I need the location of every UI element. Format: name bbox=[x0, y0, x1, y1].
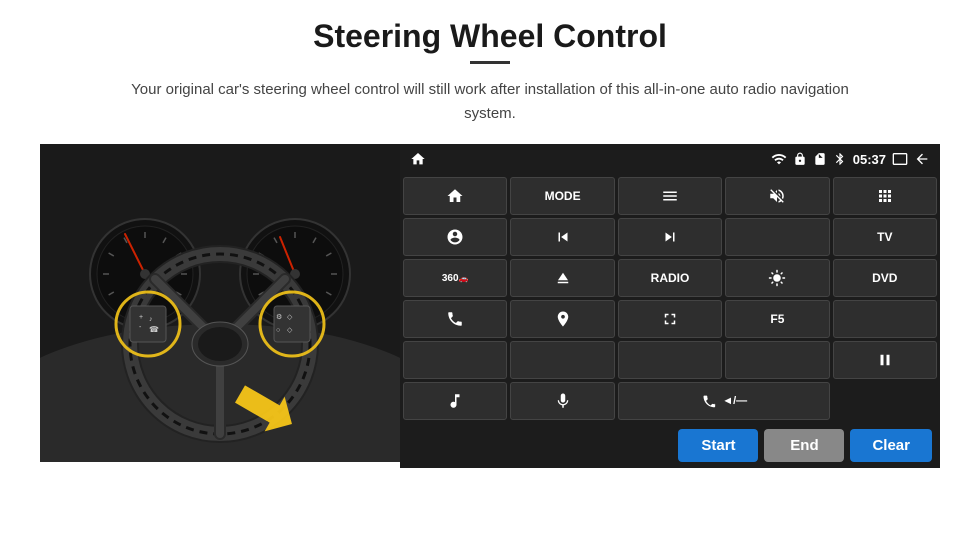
status-time: 05:37 bbox=[853, 152, 886, 167]
f5-button[interactable] bbox=[725, 341, 829, 379]
end-button[interactable]: End bbox=[764, 429, 844, 462]
f4-button[interactable] bbox=[618, 341, 722, 379]
screen-fit-button[interactable] bbox=[618, 300, 722, 338]
svg-text:+: + bbox=[139, 314, 143, 321]
f1-button[interactable] bbox=[833, 300, 937, 338]
svg-text:◇: ◇ bbox=[287, 314, 293, 321]
title-divider bbox=[470, 61, 510, 64]
playpause-button[interactable] bbox=[833, 341, 937, 379]
back-icon bbox=[914, 151, 930, 167]
home-button[interactable] bbox=[403, 177, 507, 215]
home-status-icon bbox=[410, 151, 426, 167]
svg-text:♪: ♪ bbox=[149, 316, 153, 323]
page-wrapper: Steering Wheel Control Your original car… bbox=[0, 0, 980, 544]
music-button[interactable] bbox=[403, 382, 507, 420]
bluetooth-icon bbox=[833, 152, 847, 166]
control-panel: 05:37 MODE bbox=[400, 144, 940, 468]
status-bar: 05:37 bbox=[400, 144, 940, 174]
brightness-button[interactable] bbox=[725, 259, 829, 297]
status-right: 05:37 bbox=[771, 151, 930, 167]
svg-text:☎: ☎ bbox=[149, 325, 159, 334]
empty-cell bbox=[833, 382, 937, 420]
clear-button[interactable]: Clear bbox=[850, 429, 932, 462]
eq-button[interactable]: F5 bbox=[725, 300, 829, 338]
svg-text:⚙: ⚙ bbox=[276, 313, 282, 321]
mute-button[interactable] bbox=[725, 177, 829, 215]
content-row: + - ♪ ☎ ⚙ ◇ ○ ◇ bbox=[40, 144, 940, 468]
screen-status-icon bbox=[892, 151, 908, 167]
next-button[interactable] bbox=[618, 218, 722, 256]
hangup-button[interactable]: ◄/— bbox=[618, 382, 830, 420]
page-subtitle: Your original car's steering wheel contr… bbox=[110, 78, 870, 126]
svg-text:○: ○ bbox=[276, 327, 280, 334]
status-left bbox=[410, 151, 426, 167]
tv-button[interactable] bbox=[725, 218, 829, 256]
settings-button[interactable] bbox=[403, 218, 507, 256]
start-button[interactable]: Start bbox=[678, 429, 758, 462]
radio-button[interactable]: RADIO bbox=[618, 259, 722, 297]
360-button[interactable]: 360🚗 bbox=[403, 259, 507, 297]
f2-button[interactable] bbox=[403, 341, 507, 379]
action-row: Start End Clear bbox=[400, 423, 940, 468]
dvd-button[interactable]: DVD bbox=[833, 259, 937, 297]
media-button[interactable]: TV bbox=[833, 218, 937, 256]
svg-text:◇: ◇ bbox=[287, 327, 293, 334]
navi-button[interactable] bbox=[510, 300, 614, 338]
mode-button[interactable]: MODE bbox=[510, 177, 614, 215]
eject-button[interactable] bbox=[510, 259, 614, 297]
menu-button[interactable] bbox=[618, 177, 722, 215]
wifi-icon bbox=[771, 151, 787, 167]
sd-icon bbox=[813, 152, 827, 166]
mic-button[interactable] bbox=[510, 382, 614, 420]
lock-icon bbox=[793, 152, 807, 166]
page-title: Steering Wheel Control bbox=[313, 18, 667, 55]
phone-button[interactable] bbox=[403, 300, 507, 338]
f3-button[interactable] bbox=[510, 341, 614, 379]
steering-wheel-image: + - ♪ ☎ ⚙ ◇ ○ ◇ bbox=[40, 144, 400, 462]
prev-button[interactable] bbox=[510, 218, 614, 256]
apps-button[interactable] bbox=[833, 177, 937, 215]
button-grid: MODE bbox=[400, 174, 940, 423]
